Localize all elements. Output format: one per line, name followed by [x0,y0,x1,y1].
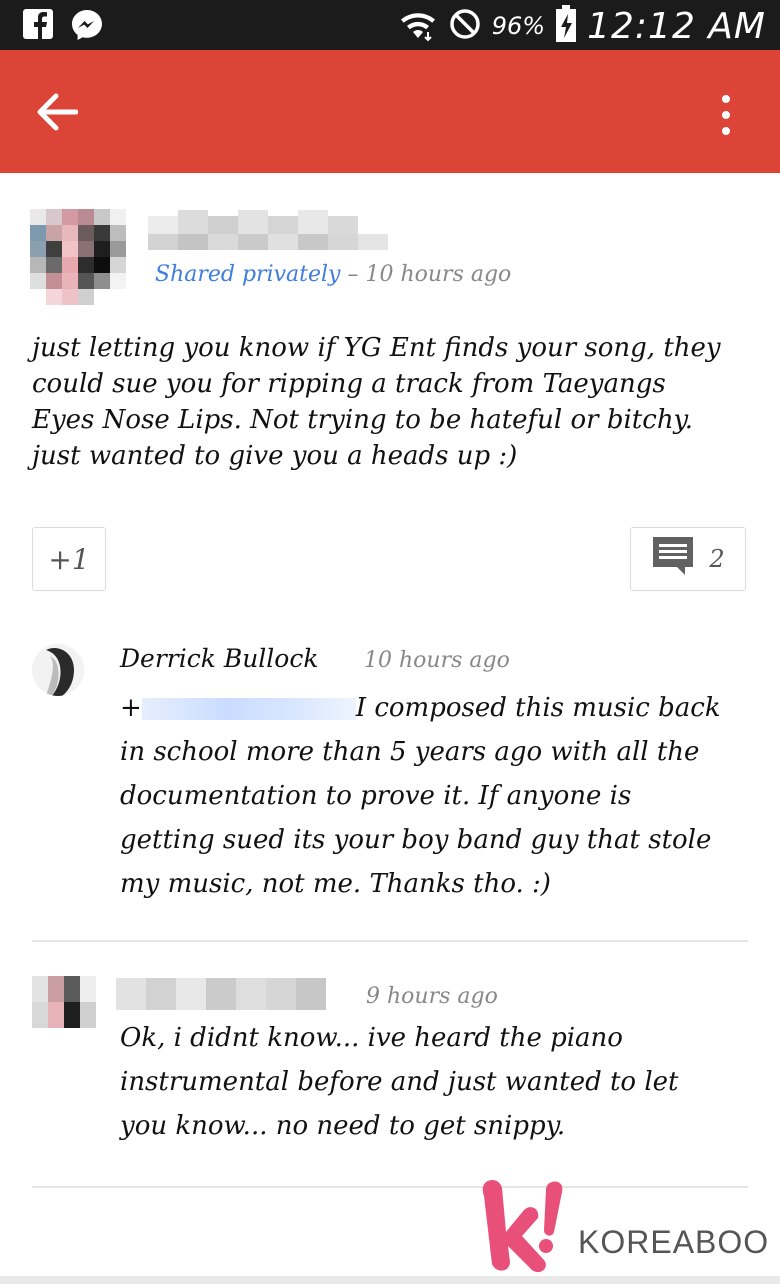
comment-author-redacted [116,978,326,1010]
comment-body: + I composed this music back in school mo… [120,686,740,906]
comment-time: 10 hours ago [364,648,510,673]
shared-privately-link[interactable]: Shared privately [155,262,340,287]
post-line: Eyes Nose Lips. Not trying to be hateful… [32,405,694,435]
comment-line: documentation to prove it. If anyone is [120,781,632,811]
avatar[interactable] [30,209,126,305]
comment-count: 2 [709,545,725,573]
avatar[interactable] [32,976,96,1028]
comment-line: in school more than 5 years ago with all… [120,737,700,767]
comment-icon [651,535,695,583]
app-bar [0,50,780,173]
back-arrow-icon[interactable] [36,92,79,136]
messenger-icon [70,8,104,46]
post-line: could sue you for ripping a track from T… [32,369,666,399]
comment: 9 hours ago Ok, i didnt know... ive hear… [32,976,748,1156]
mention-redacted[interactable] [141,698,356,720]
post-meta: Shared privately – 10 hours ago [155,262,511,287]
meta-separator: – [340,262,366,287]
plus-one-button[interactable]: +1 [32,527,106,591]
post-line: just letting you know if YG Ent finds yo… [32,333,721,363]
bottom-border [0,1276,780,1284]
comment-time: 9 hours ago [366,984,498,1009]
avatar[interactable] [32,644,84,696]
more-vert-icon[interactable] [722,95,730,135]
status-bar: 96% 12:12 AM [0,0,780,50]
comment-line: you know... no need to get snippy. [120,1111,566,1141]
comment-line: + I composed this music back [120,686,740,730]
wifi-icon [398,4,438,48]
battery-percent: 96% [491,12,546,40]
comment-line: getting sued its your boy band guy that … [120,825,712,855]
post-time: 10 hours ago [365,262,512,287]
do-not-disturb-icon [448,7,482,45]
mention-prefix: + [120,693,142,723]
author-name-redacted [148,210,388,258]
comment-line: my music, not me. Thanks tho. :) [120,869,551,899]
comment-line: instrumental before and just wanted to l… [120,1067,679,1097]
comment-body: Ok, i didnt know... ive heard the piano … [120,1016,740,1148]
comment-line: Ok, i didnt know... ive heard the piano [120,1023,623,1053]
koreaboo-watermark: KOREABOO [478,1176,778,1276]
comment-author[interactable]: Derrick Bullock [120,644,319,673]
comment: Derrick Bullock 10 hours ago + I composed… [32,644,748,914]
post-body: just letting you know if YG Ent finds yo… [32,330,752,474]
watermark-text: KOREABOO [578,1224,770,1260]
post-line: just wanted to give you a heads up :) [32,441,518,471]
comments-button[interactable]: 2 [630,527,746,591]
battery-charging-icon [555,5,577,47]
comment-line-text: I composed this music back [355,693,721,723]
divider [32,940,748,942]
facebook-icon [22,8,54,46]
clock: 12:12 AM [587,5,766,47]
